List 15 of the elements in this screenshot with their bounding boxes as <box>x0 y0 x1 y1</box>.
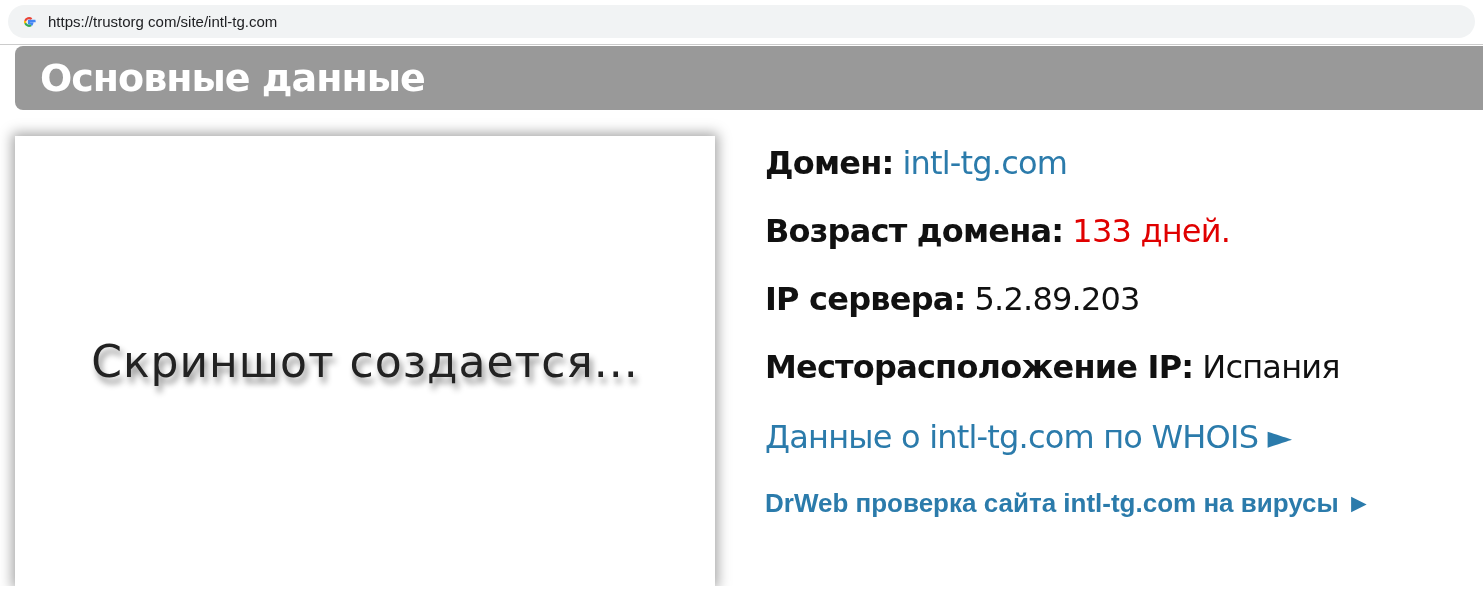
domain-age: 133 дней. <box>1072 212 1231 250</box>
google-icon <box>22 14 36 29</box>
info-value: 5.2.89.203 <box>974 280 1140 318</box>
info-label: Возраст домена: <box>765 212 1064 250</box>
info-label: Домен: <box>765 144 894 182</box>
info-value: Испания <box>1202 348 1340 386</box>
address-bar[interactable]: https://trustorg com/site/intl-tg.com <box>8 5 1475 38</box>
domain-link[interactable]: intl-tg.com <box>902 144 1068 182</box>
virus-check-link[interactable]: DrWeb проверка сайта intl-tg.com на вирусы ► <box>765 488 1372 519</box>
section-title: Основные данные <box>15 46 1483 110</box>
whois-link[interactable]: Данные о intl-tg.com по WHOIS ► <box>765 418 1372 486</box>
url-text: https://trustorg com/site/intl-tg.com <box>48 13 278 30</box>
info-label: Месторасположение IP: <box>765 348 1194 386</box>
placeholder-caption: Скриншот создается... <box>91 335 639 387</box>
info-label: IP сервера: <box>765 280 966 318</box>
